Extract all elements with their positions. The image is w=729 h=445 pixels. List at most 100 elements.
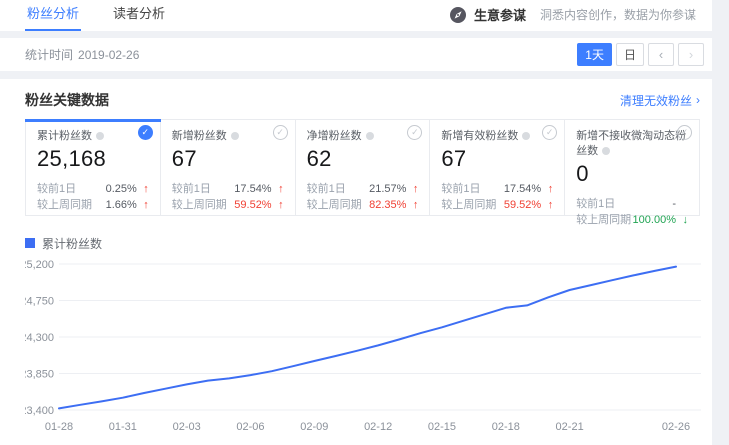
compare-value: 59.52% [234, 197, 271, 213]
section-title: 粉丝关键数据 [25, 90, 109, 110]
svg-text:02-12: 02-12 [364, 421, 392, 433]
svg-text:02-18: 02-18 [492, 421, 520, 433]
compare-last-week: 较上周同期 82.35% ↑ [307, 197, 419, 213]
up-arrow-icon: ↑ [541, 197, 553, 213]
calendar-button[interactable]: 日 [616, 43, 644, 66]
compare-label: 较上周同期 [441, 197, 496, 213]
metric-cards-row: ✓ 累计粉丝数 25,168 较前1日 0.25% ↑ 较上周同期 1.66% … [25, 119, 700, 216]
compare-last-week: 较上周同期 59.52% ↑ [441, 197, 553, 213]
compare-label: 较前1日 [307, 181, 346, 197]
card-new-valid-fans[interactable]: ✓ 新增有效粉丝数 67 较前1日 17.54% ↑ 较上周同期 59.52% … [430, 120, 565, 215]
section-header: 粉丝关键数据 清理无效粉丝 › [25, 91, 700, 109]
clean-link-label: 清理无效粉丝 [620, 92, 692, 109]
check-circle-icon[interactable]: ✓ [542, 125, 557, 140]
brand-tagline: 洞悉内容创作，数据为你参谋 [540, 6, 696, 23]
period-switcher: 1天 日 ‹ › [573, 43, 704, 66]
legend-swatch-icon [25, 238, 35, 248]
check-circle-icon[interactable]: ✓ [677, 125, 692, 140]
check-circle-icon[interactable]: ✓ [273, 125, 288, 140]
card-title-text: 新增有效粉丝数 [441, 130, 518, 142]
up-arrow-icon: ↑ [541, 181, 553, 197]
chevron-right-icon: › [696, 93, 700, 107]
chart-area: 23,40023,85024,30024,75025,20001-2801-31… [25, 254, 700, 445]
svg-text:02-21: 02-21 [556, 421, 584, 433]
compass-logo-icon [449, 6, 467, 24]
compare-prev-day: 较前1日 17.54% ↑ [172, 181, 284, 197]
info-dot-icon [231, 132, 239, 140]
fans-line-chart: 23,40023,85024,30024,75025,20001-2801-31… [25, 254, 712, 440]
clean-invalid-fans-link[interactable]: 清理无效粉丝 › [620, 92, 700, 109]
compare-prev-day: 较前1日 - [576, 196, 688, 212]
card-new-no-weitao-fans[interactable]: ✓ 新增不接收微淘动态粉丝数 0 较前1日 - 较上周同期 100.00% ↓ [565, 120, 699, 215]
check-circle-icon[interactable]: ✓ [407, 125, 422, 140]
svg-text:24,300: 24,300 [25, 332, 54, 344]
up-arrow-icon: ↑ [137, 181, 149, 197]
info-dot-icon [96, 132, 104, 140]
chart-legend: 累计粉丝数 [25, 235, 700, 251]
info-dot-icon [366, 132, 374, 140]
card-value: 67 [172, 146, 284, 172]
brand-area: 生意参谋 洞悉内容创作，数据为你参谋 [449, 5, 696, 31]
card-total-fans[interactable]: ✓ 累计粉丝数 25,168 较前1日 0.25% ↑ 较上周同期 1.66% … [26, 120, 161, 215]
card-title-text: 净增粉丝数 [307, 130, 362, 142]
compare-label: 较上周同期 [576, 212, 631, 228]
svg-text:02-26: 02-26 [662, 421, 690, 433]
compare-label: 较上周同期 [37, 197, 92, 213]
compare-label: 较前1日 [441, 181, 480, 197]
compare-value: 0.25% [106, 181, 137, 197]
tab-fans-analysis[interactable]: 粉丝分析 [25, 0, 81, 31]
svg-text:23,400: 23,400 [25, 405, 54, 417]
compare-label: 较前1日 [37, 181, 76, 197]
card-title: 累计粉丝数 [37, 129, 149, 144]
separator [0, 71, 712, 79]
down-arrow-icon: ↓ [676, 212, 688, 228]
card-title-text: 累计粉丝数 [37, 130, 92, 142]
card-title-text: 新增不接收微淘动态粉丝数 [576, 130, 686, 157]
range-1day-button[interactable]: 1天 [577, 43, 612, 66]
compare-last-week: 较上周同期 1.66% ↑ [37, 197, 149, 213]
compare-value: 100.00% [633, 212, 676, 228]
check-circle-icon[interactable]: ✓ [138, 125, 153, 140]
legend-label: 累计粉丝数 [42, 235, 102, 252]
brand-name: 生意参谋 [474, 5, 526, 24]
svg-text:01-28: 01-28 [45, 421, 73, 433]
compare-last-week: 较上周同期 59.52% ↑ [172, 197, 284, 213]
card-title: 新增粉丝数 [172, 129, 284, 144]
card-value: 62 [307, 146, 419, 172]
svg-text:02-09: 02-09 [300, 421, 328, 433]
compare-prev-day: 较前1日 17.54% ↑ [441, 181, 553, 197]
compare-label: 较上周同期 [307, 197, 362, 213]
compare-last-week: 较上周同期 100.00% ↓ [576, 212, 688, 228]
card-net-fans[interactable]: ✓ 净增粉丝数 62 较前1日 21.57% ↑ 较上周同期 82.35% ↑ [296, 120, 431, 215]
info-dot-icon [522, 132, 530, 140]
svg-text:02-15: 02-15 [428, 421, 456, 433]
card-title: 新增有效粉丝数 [441, 129, 553, 144]
compare-label: 较前1日 [172, 181, 211, 197]
compare-label: 较上周同期 [172, 197, 227, 213]
up-arrow-icon: ↑ [406, 181, 418, 197]
stat-time-label: 统计时间 [25, 46, 73, 63]
card-title-text: 新增粉丝数 [172, 130, 227, 142]
separator [0, 31, 712, 38]
card-value: 0 [576, 161, 688, 187]
compare-label: 较前1日 [576, 196, 615, 212]
up-arrow-icon: ↑ [272, 197, 284, 213]
info-dot-icon [602, 147, 610, 155]
tab-reader-analysis[interactable]: 读者分析 [111, 0, 167, 31]
card-title: 新增不接收微淘动态粉丝数 [576, 129, 688, 159]
main-panel: 粉丝关键数据 清理无效粉丝 › ✓ 累计粉丝数 25,168 较前1日 0.25… [0, 79, 712, 445]
compare-value: 82.35% [369, 197, 406, 213]
svg-text:01-31: 01-31 [109, 421, 137, 433]
card-value: 25,168 [37, 146, 149, 172]
up-arrow-icon: ↑ [137, 197, 149, 213]
svg-text:02-03: 02-03 [173, 421, 201, 433]
top-tab-bar: 粉丝分析 读者分析 生意参谋 洞悉内容创作，数据为你参谋 [0, 0, 712, 31]
prev-day-button[interactable]: ‹ [648, 43, 674, 66]
compare-value: 17.54% [234, 181, 271, 197]
card-new-fans[interactable]: ✓ 新增粉丝数 67 较前1日 17.54% ↑ 较上周同期 59.52% ↑ [161, 120, 296, 215]
compare-value: 1.66% [106, 197, 137, 213]
card-title: 净增粉丝数 [307, 129, 419, 144]
card-value: 67 [441, 146, 553, 172]
svg-text:23,850: 23,850 [25, 369, 54, 381]
next-day-button[interactable]: › [678, 43, 704, 66]
